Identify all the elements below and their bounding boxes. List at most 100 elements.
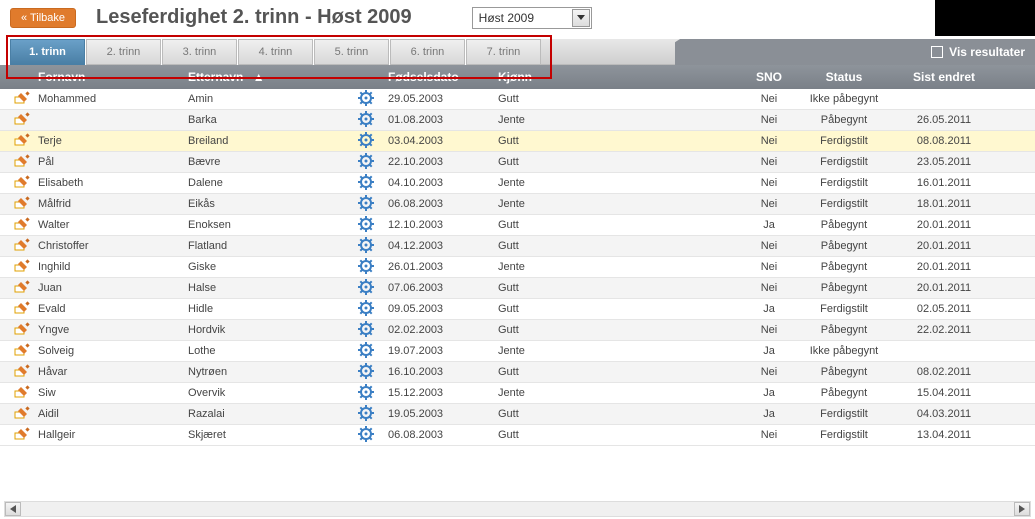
gear-icon[interactable]	[358, 174, 374, 190]
gear-icon[interactable]	[358, 258, 374, 274]
cell-etternavn: Skjæret	[184, 429, 354, 441]
cell-sno: Nei	[744, 114, 794, 126]
cell-kjonn: Gutt	[494, 282, 744, 294]
gear-icon[interactable]	[358, 363, 374, 379]
cell-kjonn: Jente	[494, 177, 744, 189]
edit-icon[interactable]	[14, 301, 30, 315]
tab-7-trinn[interactable]: 7. trinn	[466, 39, 541, 65]
scroll-track[interactable]	[21, 502, 1014, 516]
edit-icon[interactable]	[14, 154, 30, 168]
horizontal-scrollbar[interactable]	[4, 501, 1031, 517]
cell-sno: Nei	[744, 282, 794, 294]
gear-icon[interactable]	[358, 153, 374, 169]
col-header-kjonn[interactable]: Kjønn	[494, 70, 744, 84]
cell-status: Ferdigstilt	[794, 156, 894, 168]
scroll-right-icon[interactable]	[1014, 502, 1030, 516]
table-row[interactable]: SolveigLothe19.07.2003JenteJaIkke påbegy…	[0, 341, 1035, 362]
col-header-status[interactable]: Status	[794, 70, 894, 84]
edit-icon[interactable]	[14, 364, 30, 378]
edit-icon[interactable]	[14, 343, 30, 357]
cell-etternavn: Lothe	[184, 345, 354, 357]
cell-status: Ikke påbegynt	[794, 93, 894, 105]
table-row[interactable]: InghildGiske26.01.2003JenteNeiPåbegynt20…	[0, 257, 1035, 278]
table-row[interactable]: YngveHordvik02.02.2003GuttNeiPåbegynt22.…	[0, 320, 1035, 341]
cell-fornavn: Håvar	[34, 366, 184, 378]
edit-icon[interactable]	[14, 259, 30, 273]
top-bar: « Tilbake Leseferdighet 2. trinn - Høst …	[0, 0, 1035, 39]
edit-icon[interactable]	[14, 322, 30, 336]
gear-icon[interactable]	[358, 321, 374, 337]
cell-kjonn: Gutt	[494, 156, 744, 168]
col-header-fodselsdato[interactable]: Fødselsdato	[384, 70, 494, 84]
tab-3-trinn[interactable]: 3. trinn	[162, 39, 237, 65]
table-row[interactable]: Barka01.08.2003JenteNeiPåbegynt26.05.201…	[0, 110, 1035, 131]
edit-icon[interactable]	[14, 427, 30, 441]
cell-fornavn: Siw	[34, 387, 184, 399]
table-row[interactable]: HallgeirSkjæret06.08.2003GuttNeiFerdigst…	[0, 425, 1035, 446]
vis-resultater-checkbox[interactable]	[931, 46, 943, 58]
edit-icon[interactable]	[14, 217, 30, 231]
edit-icon[interactable]	[14, 280, 30, 294]
cell-kjonn: Gutt	[494, 303, 744, 315]
edit-icon[interactable]	[14, 133, 30, 147]
cell-etternavn: Enoksen	[184, 219, 354, 231]
col-header-sist-endret[interactable]: Sist endret	[894, 70, 994, 84]
gear-icon[interactable]	[358, 342, 374, 358]
back-button[interactable]: « Tilbake	[10, 8, 76, 28]
cell-sist-endret: 13.04.2011	[894, 429, 994, 441]
gear-icon[interactable]	[358, 426, 374, 442]
table-row[interactable]: AidilRazalai19.05.2003GuttJaFerdigstilt0…	[0, 404, 1035, 425]
gear-icon[interactable]	[358, 384, 374, 400]
edit-icon[interactable]	[14, 406, 30, 420]
table-row[interactable]: MohammedAmin29.05.2003GuttNeiIkke påbegy…	[0, 89, 1035, 110]
gear-icon[interactable]	[358, 195, 374, 211]
table-row[interactable]: SiwOvervik15.12.2003JenteJaPåbegynt15.04…	[0, 383, 1035, 404]
table-row[interactable]: WalterEnoksen12.10.2003GuttJaPåbegynt20.…	[0, 215, 1035, 236]
cell-status: Ferdigstilt	[794, 429, 894, 441]
tab-1-trinn[interactable]: 1. trinn	[10, 39, 85, 65]
cell-fornavn: Christoffer	[34, 240, 184, 252]
cell-fodselsdato: 12.10.2003	[384, 219, 494, 231]
cell-sno: Nei	[744, 156, 794, 168]
table-row[interactable]: HåvarNytrøen16.10.2003GuttNeiPåbegynt08.…	[0, 362, 1035, 383]
gear-icon[interactable]	[358, 300, 374, 316]
cell-etternavn: Giske	[184, 261, 354, 273]
tab-6-trinn[interactable]: 6. trinn	[390, 39, 465, 65]
table-row[interactable]: ElisabethDalene04.10.2003JenteNeiFerdigs…	[0, 173, 1035, 194]
edit-icon[interactable]	[14, 238, 30, 252]
gear-icon[interactable]	[358, 405, 374, 421]
scroll-left-icon[interactable]	[5, 502, 21, 516]
gear-icon[interactable]	[358, 132, 374, 148]
cell-sno: Nei	[744, 93, 794, 105]
cell-fodselsdato: 19.05.2003	[384, 408, 494, 420]
table-row[interactable]: PålBævre22.10.2003GuttNeiFerdigstilt23.0…	[0, 152, 1035, 173]
gear-icon[interactable]	[358, 90, 374, 106]
gear-icon[interactable]	[358, 279, 374, 295]
cell-sist-endret: 22.02.2011	[894, 324, 994, 336]
table-row[interactable]: TerjeBreiland03.04.2003GuttNeiFerdigstil…	[0, 131, 1035, 152]
cell-fodselsdato: 26.01.2003	[384, 261, 494, 273]
edit-icon[interactable]	[14, 196, 30, 210]
tab-2-trinn[interactable]: 2. trinn	[86, 39, 161, 65]
cell-fornavn: Juan	[34, 282, 184, 294]
edit-icon[interactable]	[14, 91, 30, 105]
table-row[interactable]: ChristofferFlatland04.12.2003GuttNeiPåbe…	[0, 236, 1035, 257]
col-header-fornavn[interactable]: Fornavn	[34, 70, 184, 84]
cell-fodselsdato: 07.06.2003	[384, 282, 494, 294]
gear-icon[interactable]	[358, 216, 374, 232]
table-row[interactable]: EvaldHidle09.05.2003GuttJaFerdigstilt02.…	[0, 299, 1035, 320]
edit-icon[interactable]	[14, 385, 30, 399]
tab-4-trinn[interactable]: 4. trinn	[238, 39, 313, 65]
gear-icon[interactable]	[358, 237, 374, 253]
edit-icon[interactable]	[14, 112, 30, 126]
gear-icon[interactable]	[358, 111, 374, 127]
table-row[interactable]: JuanHalse07.06.2003GuttNeiPåbegynt20.01.…	[0, 278, 1035, 299]
cell-status: Ferdigstilt	[794, 408, 894, 420]
col-header-sno[interactable]: SNO	[744, 70, 794, 84]
edit-icon[interactable]	[14, 175, 30, 189]
cell-fornavn: Aidil	[34, 408, 184, 420]
table-row[interactable]: MålfridEikås06.08.2003JenteNeiFerdigstil…	[0, 194, 1035, 215]
tab-5-trinn[interactable]: 5. trinn	[314, 39, 389, 65]
period-dropdown[interactable]: Høst 2009	[472, 7, 592, 29]
col-header-etternavn[interactable]: Etternavn ▲	[184, 70, 354, 84]
